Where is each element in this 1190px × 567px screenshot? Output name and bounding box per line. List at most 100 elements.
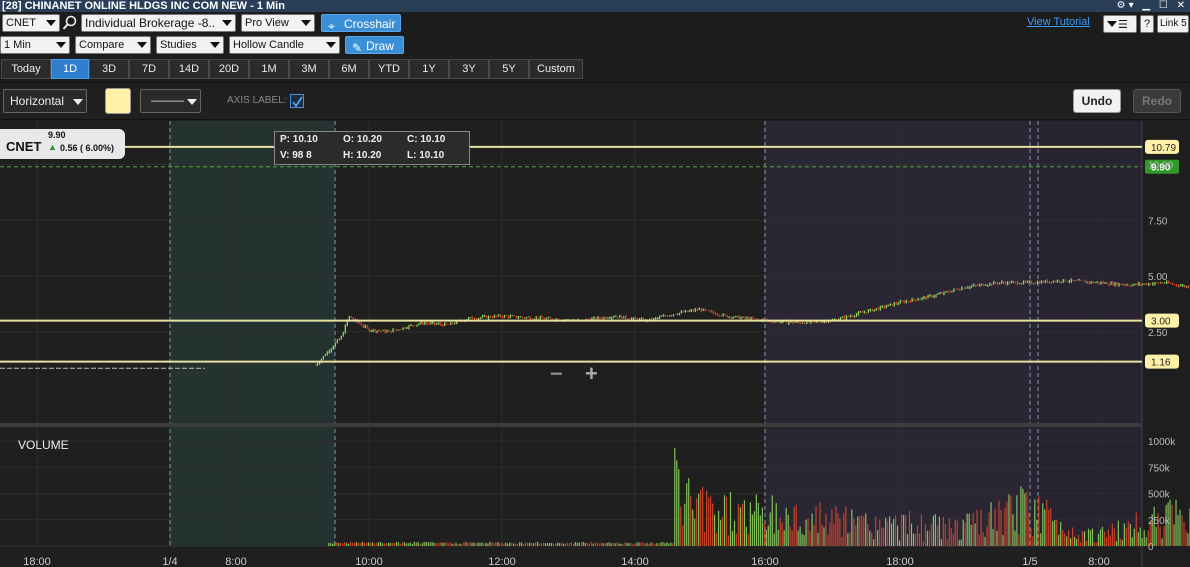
range-button-ytd[interactable]: YTD	[369, 59, 409, 79]
checkmark-icon	[292, 96, 303, 108]
chart-settings-toolbar: 1 Min Compare Studies Hollow Candle ✎ Dr…	[0, 34, 1190, 56]
chevron-down-icon	[301, 20, 311, 26]
chevron-down-icon	[326, 42, 336, 48]
line-style-value: ———	[151, 95, 184, 107]
time-tick-label: 8:00	[1088, 556, 1109, 567]
window-title: [28] CHINANET ONLINE HLDGS INC COM NEW -…	[2, 0, 285, 12]
window-controls[interactable]: ⚙▾ ▁ ☐ ✕	[1117, 0, 1188, 12]
chevron-down-icon	[46, 20, 56, 26]
drawing-tool-dropdown[interactable]: Horizontal	[3, 89, 87, 113]
studies-dropdown[interactable]: Studies	[156, 36, 224, 54]
studies-label: Studies	[160, 39, 197, 51]
trading-window: [28] CHINANET ONLINE HLDGS INC COM NEW -…	[0, 0, 1190, 567]
afterhours-shading	[765, 121, 1030, 547]
chevron-down-icon	[210, 42, 220, 48]
view-dropdown[interactable]: Pro View	[241, 14, 315, 32]
line-style-dropdown[interactable]: ———	[140, 89, 201, 113]
volume-tick-label: 750k	[1148, 463, 1171, 474]
ohlc-info-box: P: 10.10 O: 10.20 C: 10.10 V: 98 8 H: 10…	[274, 131, 470, 165]
quote-price: 9.90	[48, 130, 66, 140]
link-label: Link 5	[1160, 18, 1187, 29]
volume-tick-label: 250k	[1148, 516, 1171, 527]
time-tick-label: 1/5	[1022, 556, 1037, 567]
chart-area[interactable]: 10.793.001.169.90 12.5010.007.505.002.50…	[0, 121, 1190, 567]
redo-button[interactable]: Redo	[1133, 89, 1181, 113]
account-value: Individual Brokerage -8..	[85, 16, 216, 30]
range-button-custom[interactable]: Custom	[529, 59, 583, 79]
crosshair-label: Crosshair	[344, 17, 396, 31]
view-value: Pro View	[245, 17, 289, 29]
line-color-swatch[interactable]	[105, 88, 131, 114]
chevron-down-icon	[222, 20, 232, 26]
ohlc-volume: V: 98 8	[280, 150, 312, 161]
chevron-down-icon	[56, 42, 66, 48]
search-icon[interactable]	[62, 15, 78, 31]
undo-button[interactable]: Undo	[1073, 89, 1121, 113]
help-button[interactable]: ?	[1140, 15, 1154, 33]
range-button-20d[interactable]: 20D	[209, 59, 249, 79]
symbol-input[interactable]: CNET	[2, 14, 60, 32]
range-button-3y[interactable]: 3Y	[449, 59, 489, 79]
compare-dropdown[interactable]: Compare	[75, 36, 151, 54]
price-tick-label: 2.50	[1148, 328, 1168, 339]
chevron-down-icon	[187, 99, 197, 105]
drawing-toolbar: Horizontal ——— AXIS LABEL: Undo Redo	[0, 82, 1190, 120]
chart-type-value: Hollow Candle	[233, 39, 304, 51]
price-chart[interactable]: 10.793.001.169.90 12.5010.007.505.002.50…	[0, 121, 1190, 567]
time-tick-label: 18:00	[23, 556, 51, 567]
time-tick-label: 1/4	[162, 556, 177, 567]
volume-tick-label: 1000k	[1148, 437, 1176, 448]
draw-label: Draw	[366, 39, 395, 53]
zoom-out-button[interactable]: −	[550, 361, 563, 387]
range-button-6m[interactable]: 6M	[329, 59, 369, 79]
ohlc-low: L: 10.10	[407, 150, 445, 161]
up-arrow-icon: ▲	[48, 142, 57, 152]
window-title-bar: [28] CHINANET ONLINE HLDGS INC COM NEW -…	[0, 0, 1190, 12]
crosshair-button[interactable]: ⌖ Crosshair	[321, 14, 401, 33]
range-button-3m[interactable]: 3M	[289, 59, 329, 79]
interval-value: 1 Min	[4, 39, 31, 51]
range-button-14d[interactable]: 14D	[169, 59, 209, 79]
chevron-down-icon	[1107, 21, 1117, 27]
pencil-icon: ✎	[352, 41, 363, 55]
chart-type-dropdown[interactable]: Hollow Candle	[229, 36, 340, 54]
interval-dropdown[interactable]: 1 Min	[0, 36, 70, 54]
range-button-5y[interactable]: 5Y	[489, 59, 529, 79]
chevron-down-icon	[73, 99, 83, 105]
compare-label: Compare	[79, 39, 125, 51]
ohlc-open: O: 10.20	[343, 134, 382, 145]
panel-divider[interactable]	[0, 423, 1142, 427]
drawing-tool-value: Horizontal	[10, 94, 65, 108]
range-button-1d[interactable]: 1D	[51, 59, 89, 79]
volume-panel-label: VOLUME	[18, 438, 69, 452]
quote-box: CNET 9.90 ▲ 0.56 ( 6.00%)	[0, 129, 125, 159]
view-tutorial-link[interactable]: View Tutorial	[1027, 16, 1090, 28]
chevron-down-icon	[137, 42, 147, 48]
quote-symbol: CNET	[6, 139, 42, 154]
range-button-today[interactable]: Today	[1, 59, 51, 79]
time-tick-label: 10:00	[355, 556, 383, 567]
range-button-1m[interactable]: 1M	[249, 59, 289, 79]
quote-change: 0.56 ( 6.00%)	[60, 143, 115, 153]
ohlc-high: H: 10.20	[343, 150, 382, 161]
premarket-shading	[170, 121, 335, 547]
horizontal-line-label: 1.16	[1151, 358, 1171, 369]
account-dropdown[interactable]: Individual Brokerage -8..	[81, 14, 236, 32]
link-dropdown[interactable]: Link 5	[1157, 15, 1189, 33]
volume-tick-label: 500k	[1148, 490, 1171, 501]
next-session-shading	[1030, 121, 1142, 547]
zoom-in-button[interactable]: +	[585, 361, 598, 387]
price-tick-label: 10.00	[1148, 161, 1173, 172]
ohlc-price: P: 10.10	[280, 134, 318, 145]
ohlc-close: C: 10.10	[407, 134, 446, 145]
menu-dropdown[interactable]: ☰	[1103, 15, 1137, 33]
draw-button[interactable]: ✎ Draw	[345, 36, 404, 55]
range-button-7d[interactable]: 7D	[129, 59, 169, 79]
range-button-3d[interactable]: 3D	[89, 59, 129, 79]
volume-tick-label: 0	[1148, 542, 1154, 553]
price-tick-label: 7.50	[1148, 216, 1168, 227]
symbol-value: CNET	[6, 17, 36, 29]
range-button-1y[interactable]: 1Y	[409, 59, 449, 79]
axis-label-checkbox[interactable]	[290, 94, 304, 108]
range-selector: Today 1D 3D 7D 14D 20D 1M 3M 6M YTD 1Y 3Y 5Y Custom	[0, 57, 1190, 81]
